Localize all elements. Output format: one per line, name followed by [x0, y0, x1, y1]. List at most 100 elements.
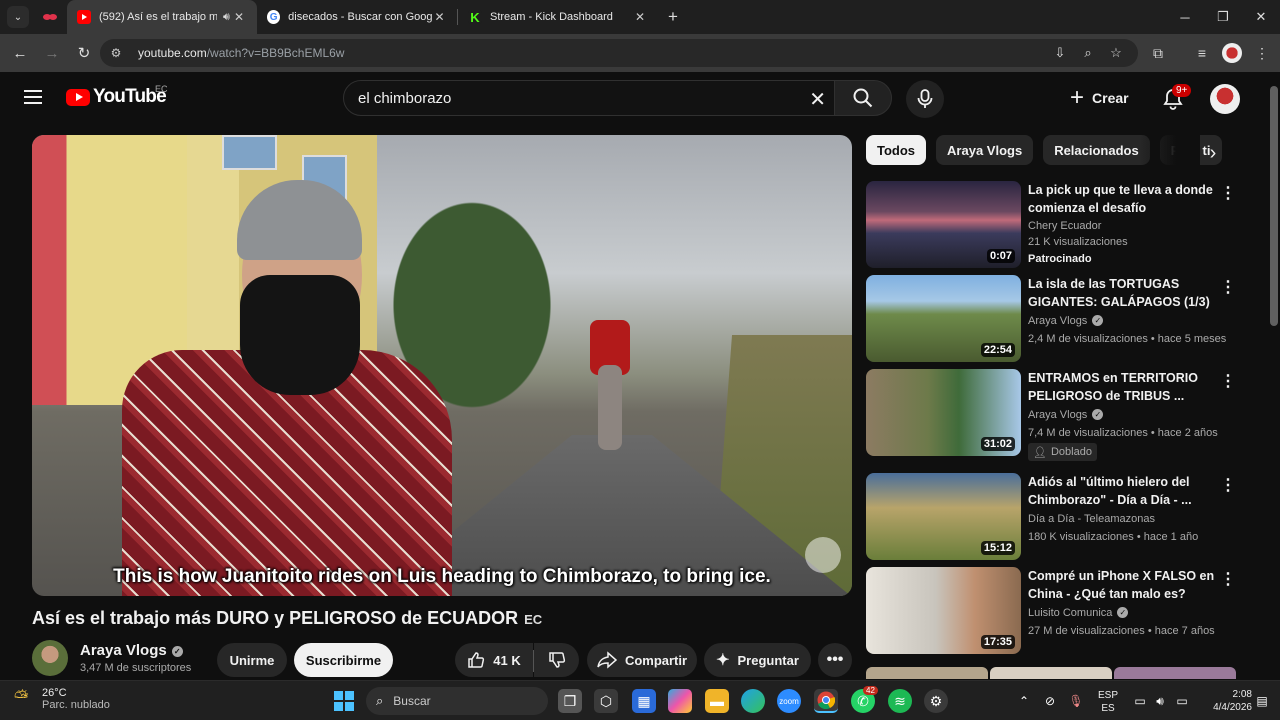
site-info-icon[interactable]: ⚙︎	[108, 45, 124, 61]
extensions-icon[interactable]: ⧉	[1148, 43, 1168, 63]
tab-kick[interactable]: K Stream - Kick Dashboard ✕	[458, 0, 658, 34]
edge-icon[interactable]	[741, 689, 765, 713]
recommendation-title[interactable]: Adiós al "último hielero del Chimborazo"…	[1028, 473, 1218, 509]
weather-widget[interactable]: ⛅︎ 26°C Parc. nublado	[14, 687, 110, 711]
notifications-button[interactable]: 9+	[1160, 84, 1192, 112]
reading-list-icon[interactable]: ≡	[1192, 43, 1212, 63]
new-tab-icon[interactable]: +	[668, 7, 678, 27]
video-thumbnail[interactable]: 0:07	[866, 181, 1021, 268]
video-thumbnail[interactable]: 15:12	[866, 473, 1021, 560]
windows-start-icon[interactable]	[332, 689, 356, 713]
dislike-button[interactable]	[534, 643, 579, 677]
page-scrollbar[interactable]	[1268, 72, 1280, 678]
bookmark-star-icon[interactable]: ☆	[1108, 45, 1124, 61]
search-box[interactable]: ✕	[343, 80, 835, 116]
recommendation-title[interactable]: ENTRAMOS en TERRITORIO PELIGROSO de TRIB…	[1028, 369, 1218, 405]
tab-search-button[interactable]: ⌄	[7, 6, 29, 28]
search-input[interactable]	[358, 89, 798, 107]
tab-close-icon[interactable]: ✕	[432, 10, 447, 24]
video-thumbnail[interactable]: 22:54	[866, 275, 1021, 362]
more-options-icon[interactable]: ⋮	[1220, 277, 1236, 297]
recommendation-channel[interactable]: Luisito Comunica ✓	[1028, 607, 1129, 619]
video-thumbnail[interactable]: 17:35	[866, 567, 1021, 654]
recommendation-channel[interactable]: Araya Vlogs ✓	[1028, 315, 1104, 327]
task-view-icon[interactable]: ❐	[558, 689, 582, 713]
chevron-right-icon[interactable]: ›	[1198, 138, 1228, 168]
youtube-logo[interactable]: YouTube EC	[66, 84, 168, 108]
account-avatar[interactable]	[1210, 84, 1240, 114]
video-thumbnail[interactable]: 31:02	[866, 369, 1021, 456]
voice-search-button[interactable]	[906, 80, 944, 118]
taskbar-search[interactable]: ⌕ Buscar	[366, 687, 548, 715]
tab-close-icon[interactable]: ✕	[231, 10, 247, 24]
tab-youtube[interactable]: (592) Así es el trabajo más D 🔊︎ ✕	[67, 0, 257, 34]
recommendation-title[interactable]: Compré un iPhone X FALSO en China - ¿Qué…	[1028, 567, 1218, 603]
more-actions-button[interactable]: •••	[818, 643, 852, 677]
video-player[interactable]: This is how Juanitoito rides on Luis hea…	[32, 135, 852, 596]
channel-name-text[interactable]: Araya Vlogs	[80, 642, 167, 659]
audio-playing-icon[interactable]: 🔊︎	[223, 11, 230, 24]
guide-menu-icon[interactable]	[24, 90, 42, 104]
battery-icon[interactable]: ▭	[1170, 689, 1194, 713]
window-close-icon[interactable]: ✕	[1242, 0, 1280, 34]
recommendation-item[interactable]: 15:12 Adiós al "último hielero del Chimb…	[866, 473, 1244, 561]
restore-icon[interactable]: ❐	[1204, 0, 1242, 34]
omnibox[interactable]: ⚙︎ youtube.com/watch?v=BB9BchEML6w ⇩ ⌕ ☆	[100, 39, 1138, 67]
recommendation-channel[interactable]: Chery Ecuador	[1028, 220, 1101, 232]
install-app-icon[interactable]: ⇩	[1052, 45, 1068, 61]
tab-group-icon[interactable]	[37, 6, 63, 28]
forward-icon[interactable]: →	[38, 39, 66, 67]
recommendation-item[interactable]: 31:02 ENTRAMOS en TERRITORIO PELIGROSO d…	[866, 369, 1244, 461]
minimize-icon[interactable]: ─	[1166, 0, 1204, 34]
chip-all[interactable]: Todos	[866, 135, 927, 165]
chevron-up-icon[interactable]: ⌃	[1012, 689, 1036, 713]
profile-avatar-icon[interactable]	[1222, 43, 1242, 63]
channel-text[interactable]: Luisito Comunica	[1028, 607, 1112, 619]
zoom-icon[interactable]: ⌕	[1080, 45, 1096, 61]
file-explorer-icon[interactable]: ▬	[705, 689, 729, 713]
input-language[interactable]: ESP ES	[1096, 689, 1120, 715]
recommendation-channel[interactable]: Araya Vlogs ✓	[1028, 409, 1104, 421]
channel-avatar[interactable]	[32, 640, 68, 676]
video-thumbnail[interactable]	[990, 667, 1112, 679]
join-button[interactable]: Unirme	[217, 643, 287, 677]
more-options-icon[interactable]: ⋮	[1220, 183, 1236, 203]
microsoft-store-icon[interactable]: ▦	[632, 689, 656, 713]
recommendation-title[interactable]: La isla de las TORTUGAS GIGANTES: GALÁPA…	[1028, 275, 1218, 311]
browser-menu-icon[interactable]: ⋮	[1252, 43, 1272, 63]
like-button[interactable]: 41 K	[455, 643, 533, 677]
recommendation-channel[interactable]: Día a Día - Teleamazonas	[1028, 513, 1155, 525]
channel-text[interactable]: Araya Vlogs	[1028, 315, 1087, 327]
notification-center-icon[interactable]: ▤	[1250, 689, 1274, 713]
recommendation-item[interactable]: 0:07 La pick up que te lleva a donde com…	[866, 181, 1244, 269]
microphone-in-use-icon[interactable]: 🎙︎	[1064, 689, 1088, 713]
recommendation-item[interactable]: 22:54 La isla de las TORTUGAS GIGANTES: …	[866, 275, 1244, 363]
channel-name[interactable]: Araya Vlogs ✓	[80, 642, 183, 659]
more-options-icon[interactable]: ⋮	[1220, 569, 1236, 589]
game-app-icon[interactable]: ⚙︎	[924, 689, 948, 713]
video-thumbnail[interactable]	[1114, 667, 1236, 679]
back-icon[interactable]: ←	[6, 39, 34, 67]
search-button[interactable]	[834, 80, 892, 116]
video-thumbnail[interactable]	[866, 667, 988, 679]
zoom-app-icon[interactable]: zoom	[777, 689, 801, 713]
tab-google[interactable]: G disecados - Buscar con Google ✕	[257, 0, 457, 34]
clear-search-icon[interactable]: ✕	[809, 87, 826, 112]
widgets-icon[interactable]: ⬡	[594, 689, 618, 713]
subscribe-button[interactable]: Suscribirme	[294, 643, 393, 677]
channel-text[interactable]: Araya Vlogs	[1028, 409, 1087, 421]
share-button[interactable]: Compartir	[587, 643, 697, 677]
recommendation-title[interactable]: La pick up que te lleva a donde comienza…	[1028, 181, 1218, 217]
more-options-icon[interactable]: ⋮	[1220, 475, 1236, 495]
chip-channel[interactable]: Araya Vlogs	[936, 135, 1034, 165]
tab-close-icon[interactable]: ✕	[632, 10, 648, 24]
chrome-icon[interactable]	[814, 689, 838, 713]
spotify-icon[interactable]: ≋	[888, 689, 912, 713]
more-options-icon[interactable]: ⋮	[1220, 371, 1236, 391]
reload-icon[interactable]: ↻	[70, 39, 98, 67]
chip-related[interactable]: Relacionados	[1043, 135, 1150, 165]
create-button[interactable]: + Crear	[1070, 86, 1129, 110]
network-disconnected-icon[interactable]: ⊘	[1038, 689, 1062, 713]
clock[interactable]: 2:08 4/4/2026	[1196, 688, 1252, 714]
volume-icon[interactable]: 🔊︎	[1148, 689, 1172, 713]
